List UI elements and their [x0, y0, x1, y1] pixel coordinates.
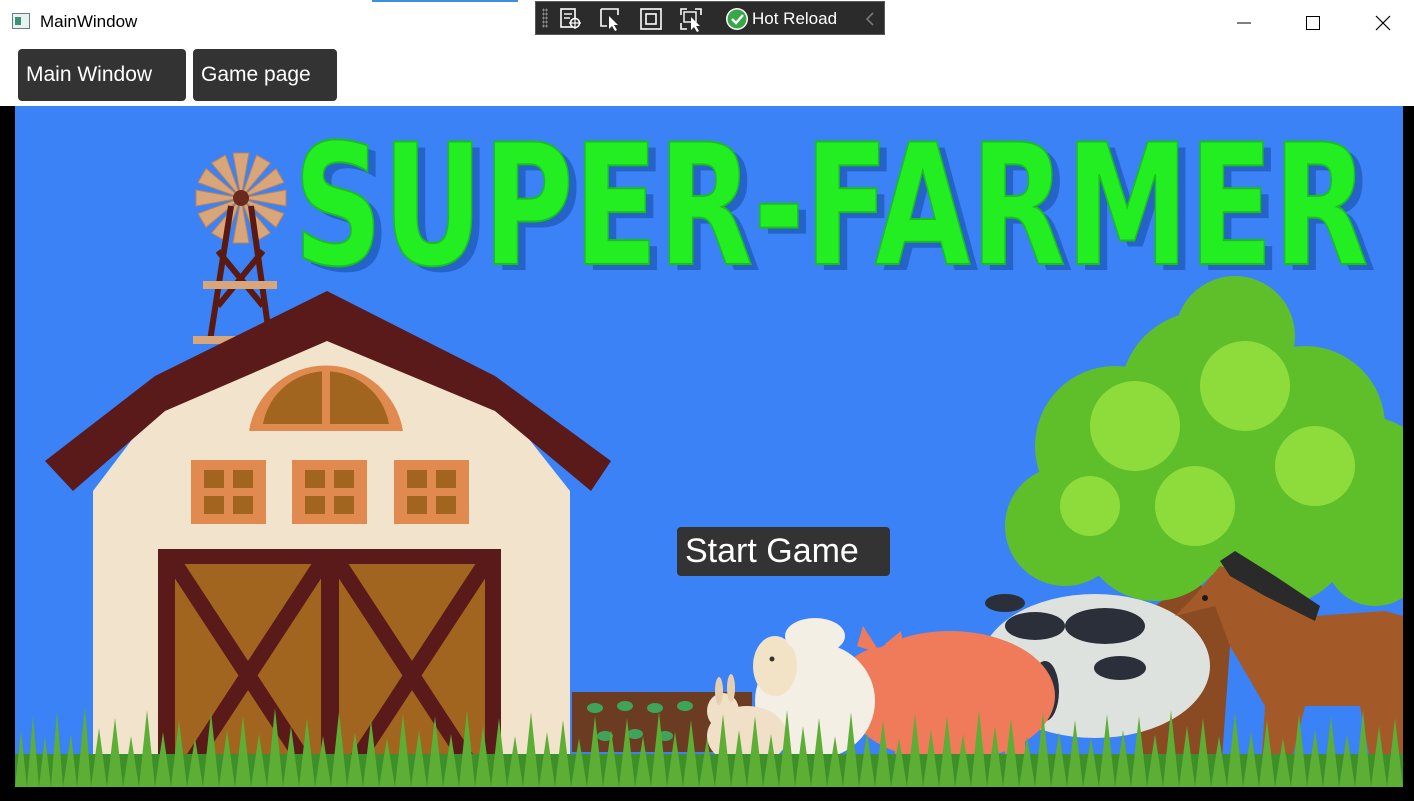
toolbar-grip[interactable] — [542, 8, 548, 28]
collapse-chevron-icon[interactable] — [858, 6, 884, 32]
game-title: SUPER-FARMER — [294, 108, 1369, 304]
track-focus-icon[interactable] — [678, 6, 704, 32]
xaml-dev-toolbar: Hot Reload — [535, 1, 885, 35]
title-bar: MainWindow Hot Reload — [0, 0, 1414, 46]
display-layout-adorners-icon[interactable] — [638, 6, 664, 32]
game-scene: SUPER-FARMER SUPER-FARMER — [15, 106, 1403, 787]
hot-reload-check-icon[interactable] — [724, 6, 750, 32]
minimize-icon — [1237, 22, 1251, 24]
game-frame: SUPER-FARMER SUPER-FARMER Start Game — [0, 106, 1414, 801]
close-button[interactable] — [1360, 0, 1406, 46]
maximize-icon — [1306, 16, 1320, 30]
window-title: MainWindow — [40, 12, 138, 31]
select-element-icon[interactable] — [598, 6, 624, 32]
tab-accent-line — [372, 0, 518, 2]
hot-reload-label[interactable]: Hot Reload — [752, 9, 837, 29]
game-page-button[interactable]: Game page — [193, 49, 337, 101]
close-icon — [1375, 15, 1391, 31]
maximize-button[interactable] — [1290, 0, 1336, 46]
minimize-button[interactable] — [1221, 0, 1267, 46]
start-game-button[interactable]: Start Game — [677, 527, 890, 576]
barn-illustration — [45, 291, 611, 787]
app-icon — [12, 13, 30, 29]
live-visual-tree-icon[interactable] — [558, 6, 584, 32]
main-window-button[interactable]: Main Window — [18, 49, 186, 101]
